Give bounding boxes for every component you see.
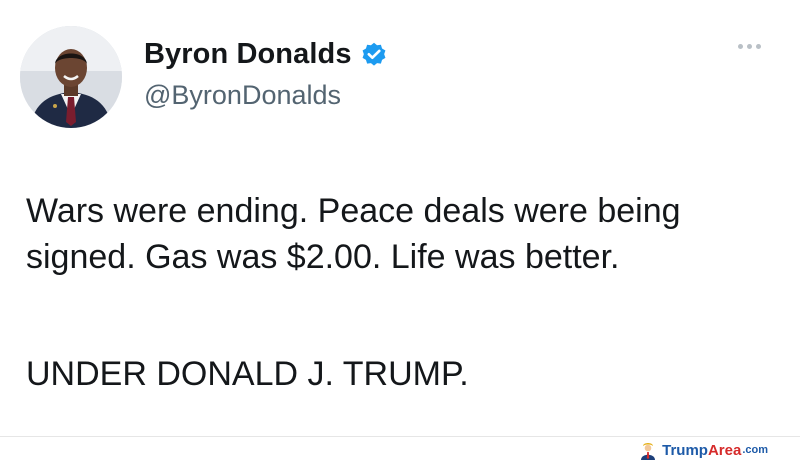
watermark: Trump Area .com <box>638 440 768 460</box>
watermark-text-trump: Trump <box>662 441 708 459</box>
more-dot <box>756 44 761 49</box>
tweet-text-closing: UNDER DONALD J. TRUMP. <box>26 355 469 393</box>
more-dot <box>747 44 752 49</box>
profile-photo-icon <box>20 26 122 128</box>
verified-badge-icon <box>360 41 388 69</box>
author-name-row: Byron Donalds <box>144 38 388 71</box>
avatar[interactable] <box>20 26 122 128</box>
author-handle[interactable]: @ByronDonalds <box>144 80 341 111</box>
more-dot <box>738 44 743 49</box>
watermark-text-domain: .com <box>742 444 768 456</box>
watermark-text-area: Area <box>707 441 742 459</box>
divider <box>0 436 800 437</box>
more-options-icon[interactable] <box>738 44 761 49</box>
tweet-text: Wars were ending. Peace deals were being… <box>26 192 681 276</box>
trump-figure-icon <box>641 443 656 460</box>
author-display-name[interactable]: Byron Donalds <box>144 38 352 71</box>
tweet-card: Byron Donalds @ByronDonalds Wars were en… <box>0 0 800 436</box>
